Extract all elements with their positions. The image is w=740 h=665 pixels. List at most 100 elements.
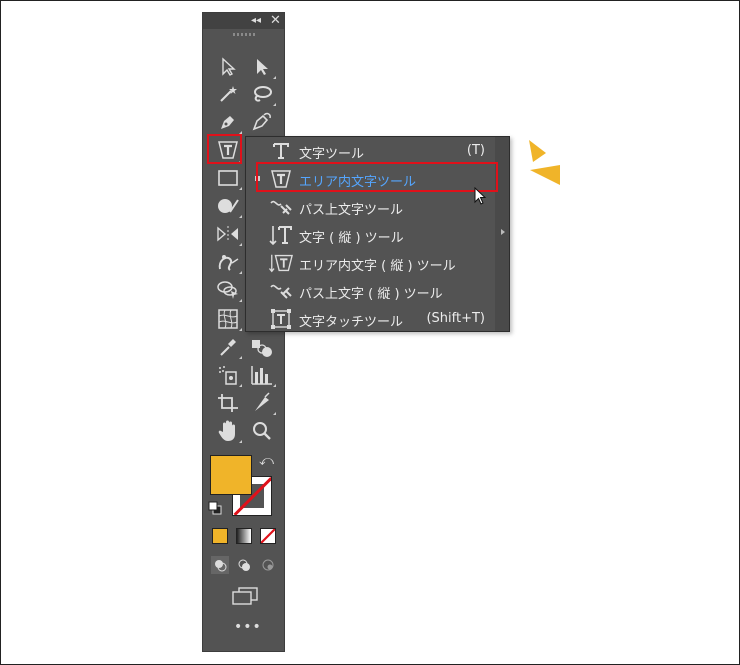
blend-icon — [252, 340, 272, 357]
hand-tool[interactable] — [214, 418, 242, 444]
submenu-indicator — [239, 271, 242, 274]
vertical-type-on-path-icon — [269, 279, 293, 303]
double-chevron-left-icon[interactable]: ◂◂ — [251, 14, 261, 28]
fill-swatch[interactable] — [210, 455, 252, 495]
pen-tool[interactable] — [214, 109, 242, 135]
mouse-cursor-icon — [474, 187, 487, 205]
shape-builder-tool[interactable] — [214, 277, 242, 303]
selection-tool[interactable] — [214, 54, 242, 80]
type-icon — [269, 139, 293, 163]
symbol-sprayer-tool[interactable] — [214, 362, 242, 388]
draw-inside-icon — [262, 559, 274, 571]
column-graph-icon — [251, 366, 272, 385]
shaper-tool[interactable] — [214, 193, 242, 219]
draw-behind-icon — [238, 559, 250, 571]
none-mode-button[interactable] — [260, 528, 276, 544]
submenu-indicator — [239, 215, 242, 218]
slice-tool[interactable] — [248, 390, 276, 416]
screen-mode-icon — [232, 587, 258, 605]
zoom-tool[interactable] — [248, 418, 276, 444]
draw-behind-button[interactable] — [235, 556, 253, 574]
tear-off-arrow-icon — [501, 229, 505, 235]
slice-icon — [255, 392, 270, 411]
type-tools-flyout: 文字ツール (T) エリア内文字ツール パス上文字ツール 文字 ( 縦 ) ツー… — [245, 136, 510, 332]
type-on-path-icon — [269, 195, 293, 219]
lasso-icon — [254, 86, 272, 102]
flyout-item-label: エリア内文字 ( 縦 ) ツール — [299, 259, 456, 274]
eyedropper-tool[interactable] — [214, 334, 242, 360]
warp-icon — [218, 255, 239, 271]
flyout-item-label: エリア内文字ツール — [299, 175, 417, 190]
attention-marks — [529, 140, 560, 185]
mesh-tool[interactable] — [214, 306, 242, 332]
default-fill-stroke-icon[interactable] — [208, 500, 222, 515]
color-mode-button[interactable] — [212, 528, 228, 544]
draw-normal-button[interactable] — [211, 556, 229, 574]
vertical-type-icon — [269, 223, 293, 247]
flyout-item-shortcut: (Shift+T) — [426, 311, 485, 326]
column-graph-tool[interactable] — [248, 362, 276, 388]
curvature-icon — [252, 112, 271, 131]
artboard-tool[interactable] — [214, 390, 242, 416]
submenu-indicator — [273, 76, 276, 79]
submenu-indicator — [239, 328, 242, 331]
submenu-indicator — [239, 356, 242, 359]
type-tool[interactable] — [214, 137, 242, 163]
flyout-item-label: 文字 ( 縦 ) ツール — [299, 231, 404, 246]
warp-tool[interactable] — [214, 249, 242, 275]
blend-tool[interactable] — [248, 334, 276, 360]
submenu-indicator — [239, 131, 242, 134]
current-tool-indicator — [255, 176, 260, 181]
flyout-item-type-tool[interactable]: 文字ツール (T) — [246, 137, 497, 165]
draw-normal-icon — [215, 560, 227, 572]
lasso-tool[interactable] — [248, 81, 276, 107]
draw-inside-button[interactable] — [259, 556, 277, 574]
flyout-item-vertical-type-tool[interactable]: 文字 ( 縦 ) ツール — [246, 221, 497, 249]
arrow-filled-icon — [257, 59, 268, 75]
curvature-tool[interactable] — [248, 109, 276, 135]
panel-title-bar[interactable]: ◂◂ ✕ — [203, 13, 284, 29]
magic-wand-icon — [220, 86, 237, 102]
screen-mode-button[interactable] — [231, 587, 259, 605]
gradient-mode-button[interactable] — [236, 528, 252, 544]
flyout-item-area-type-tool[interactable]: エリア内文字ツール — [246, 165, 497, 193]
area-type-icon — [218, 141, 238, 159]
area-type-icon — [269, 167, 293, 191]
magic-wand-tool[interactable] — [214, 81, 242, 107]
flyout-item-touch-type-tool[interactable]: 文字タッチツール (Shift+T) — [246, 305, 497, 333]
arrow-outline-icon — [222, 57, 236, 76]
submenu-indicator — [239, 440, 242, 443]
submenu-indicator — [239, 384, 242, 387]
flyout-item-type-on-path-tool[interactable]: パス上文字ツール — [246, 193, 497, 221]
submenu-indicator — [239, 243, 242, 246]
panel-grip[interactable] — [233, 33, 255, 36]
close-icon[interactable]: ✕ — [270, 13, 281, 28]
flyout-item-vertical-area-type-tool[interactable]: エリア内文字 ( 縦 ) ツール — [246, 249, 497, 277]
pen-icon — [221, 116, 234, 129]
submenu-indicator — [239, 187, 242, 190]
submenu-indicator — [273, 384, 276, 387]
flyout-item-shortcut: (T) — [466, 143, 485, 158]
shaper-icon — [218, 199, 239, 213]
flyout-tear-off-strip[interactable] — [495, 137, 509, 331]
direct-selection-tool[interactable] — [248, 54, 276, 80]
artboard-icon — [218, 394, 238, 412]
mesh-icon — [218, 309, 238, 329]
submenu-indicator — [239, 159, 242, 162]
flyout-item-label: パス上文字ツール — [299, 203, 404, 218]
symbol-sprayer-icon — [219, 366, 237, 385]
magnifier-icon — [253, 422, 271, 440]
flyout-item-vertical-type-on-path-tool[interactable]: パス上文字 ( 縦 ) ツール — [246, 277, 497, 305]
edit-toolbar-button[interactable]: ••• — [234, 620, 262, 634]
submenu-indicator — [273, 103, 276, 106]
rectangle-tool[interactable] — [214, 165, 242, 191]
hand-icon — [218, 420, 235, 441]
flyout-item-label: 文字タッチツール — [299, 315, 404, 330]
reflect-tool[interactable] — [214, 221, 242, 247]
rectangle-icon — [218, 170, 238, 186]
vertical-area-type-icon — [269, 251, 293, 275]
swap-fill-stroke-icon[interactable]: ⤺ — [259, 453, 274, 469]
eyedropper-icon — [220, 339, 236, 356]
shape-builder-icon — [217, 281, 238, 299]
reflect-icon — [217, 226, 238, 242]
